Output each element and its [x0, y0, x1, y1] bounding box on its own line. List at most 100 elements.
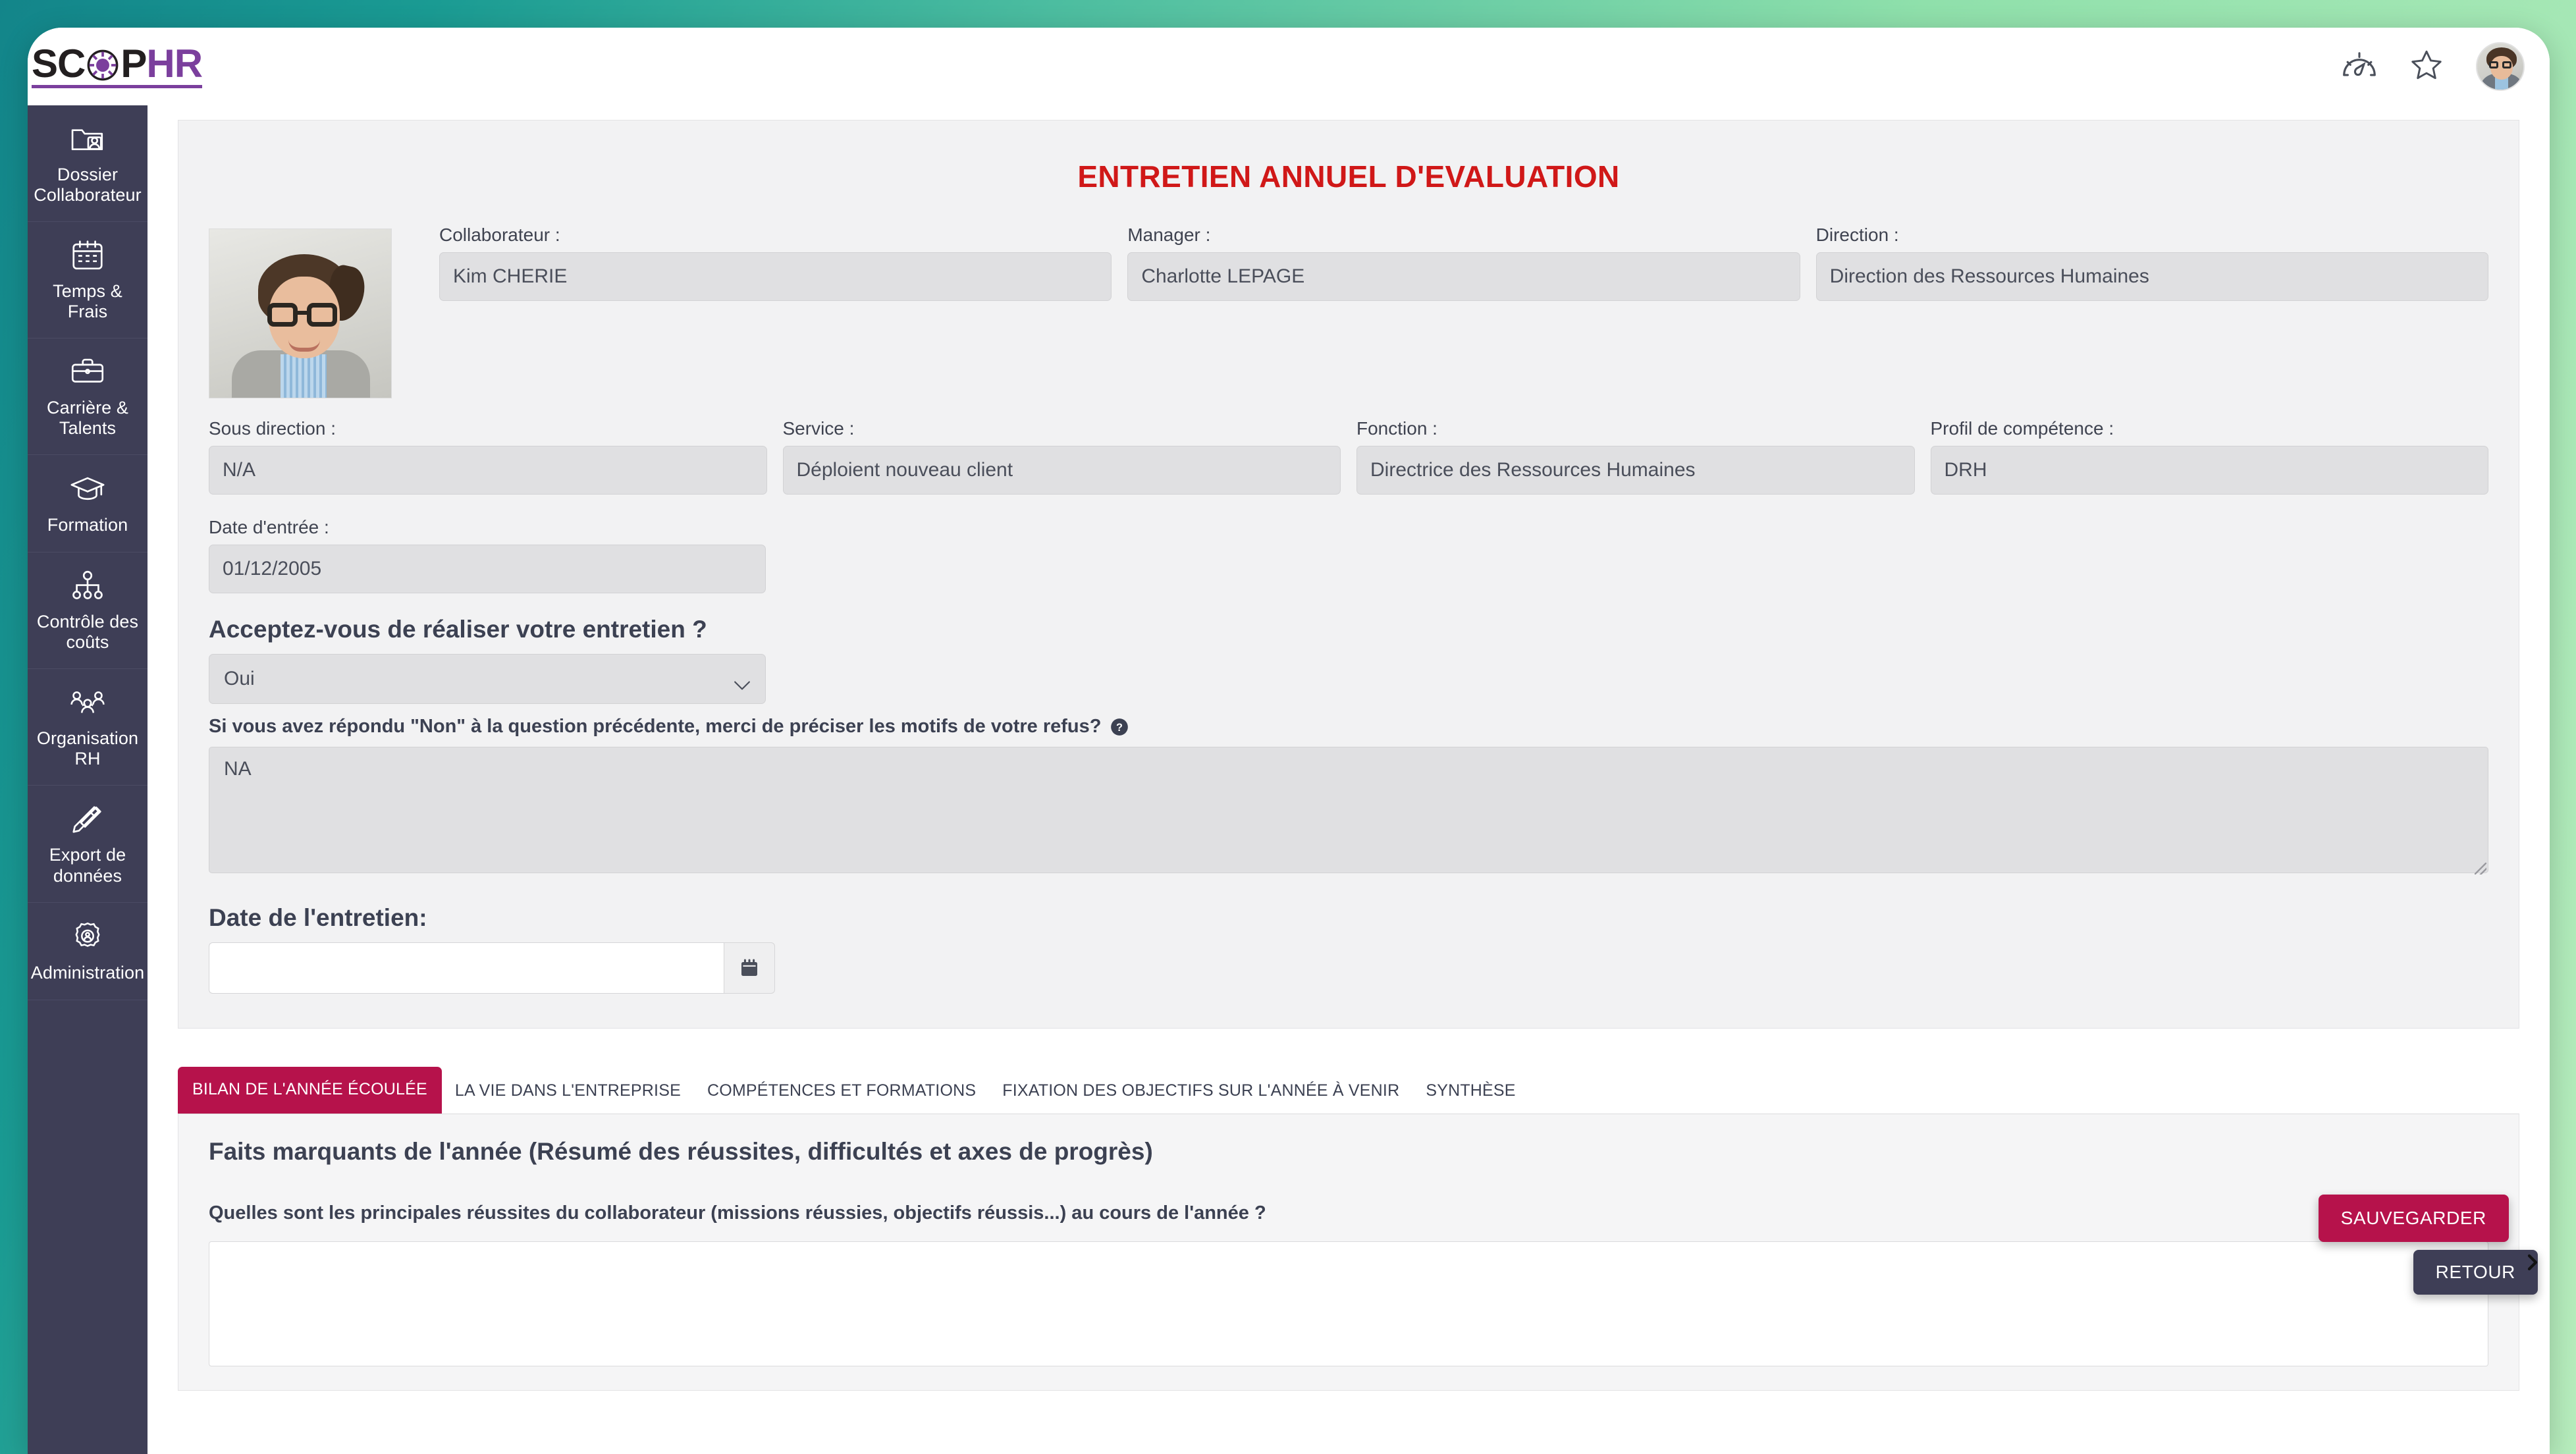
- help-circle-icon[interactable]: ?: [1110, 718, 1129, 736]
- accept-select-value: Oui: [224, 668, 255, 689]
- interview-date-input[interactable]: [209, 942, 724, 994]
- field-label: Fonction :: [1356, 418, 1437, 439]
- tab-panel-bilan: Faits marquants de l'année (Résumé des r…: [178, 1114, 2519, 1391]
- app-window: SC P HR Dossier Collaborateur Temps & Fr…: [28, 28, 2550, 1454]
- top-bar: SC P HR: [28, 28, 2550, 105]
- avatar-glasses-left: [2489, 61, 2498, 68]
- chevron-right-icon: [2523, 1252, 2542, 1276]
- field-row3-spacer-3: [1930, 517, 2488, 593]
- sidebar-item-formation[interactable]: Formation: [28, 455, 148, 553]
- panel-answer-textarea[interactable]: [209, 1241, 2488, 1366]
- tab-synthese[interactable]: SYNTHÈSE: [1412, 1069, 1528, 1114]
- tab-la-vie-dans-lentreprise[interactable]: LA VIE DANS L'ENTREPRISE: [442, 1069, 694, 1114]
- field-label: Service :: [782, 418, 855, 439]
- sidebar-item-label: Dossier Collaborateur: [34, 165, 142, 205]
- field-value-service[interactable]: Déploient nouveau client: [782, 446, 1341, 495]
- field-direction: Direction : Direction des Ressources Hum…: [1815, 225, 2488, 301]
- field-row3-spacer: [782, 517, 1340, 593]
- sidebar-item-export-de-donnees[interactable]: Export de données: [28, 786, 148, 903]
- sidebar-item-label: Contrôle des coûts: [36, 612, 139, 653]
- field-value-sous-direction[interactable]: N/A: [209, 446, 767, 495]
- employee-photo: [209, 229, 392, 398]
- interview-date-label: Date de l'entretien:: [209, 904, 427, 931]
- avatar-glasses-right: [2502, 61, 2511, 68]
- field-fonction: Fonction : Directrice des Ressources Hum…: [1356, 418, 1915, 495]
- brand-logo[interactable]: SC P HR: [28, 41, 203, 88]
- sidebar-item-organisation-rh[interactable]: Organisation RH: [28, 669, 148, 786]
- sidebar-item-label: Export de données: [49, 845, 126, 886]
- photo-and-fields-row: Collaborateur : Kim CHERIE Manager : Cha…: [209, 225, 2488, 398]
- field-label: Collaborateur :: [439, 225, 560, 245]
- field-date-entree: Date d'entrée : 01/12/2005: [209, 517, 766, 593]
- sidebar-item-temps-frais[interactable]: Temps & Frais: [28, 222, 148, 339]
- field-row-3: Date d'entrée : 01/12/2005: [209, 517, 2488, 593]
- page-title: ENTRETIEN ANNUEL D'EVALUATION: [1077, 159, 1620, 194]
- chevron-down-icon: [734, 674, 751, 690]
- tab-bilan-de-lannee-ecoulee[interactable]: BILAN DE L'ANNÉE ÉCOULÉE: [178, 1067, 442, 1114]
- accept-question-label: Acceptez-vous de réaliser votre entretie…: [209, 616, 707, 643]
- field-service: Service : Déploient nouveau client: [782, 418, 1341, 495]
- save-button[interactable]: SAUVEGARDER: [2318, 1195, 2509, 1242]
- sidebar-item-controle-des-couts[interactable]: Contrôle des coûts: [28, 552, 148, 670]
- svg-text:?: ?: [1116, 722, 1123, 734]
- photo-column: [209, 225, 423, 398]
- field-profil-de-competence: Profil de compétence : DRH: [1930, 418, 2488, 495]
- field-row-1: Collaborateur : Kim CHERIE Manager : Cha…: [439, 225, 2488, 301]
- photo-glasses-right: [307, 303, 337, 327]
- date-picker-button[interactable]: [724, 942, 775, 994]
- sidebar-item-label: Carrière & Talents: [46, 398, 129, 439]
- field-label: Manager :: [1127, 225, 1211, 245]
- hierarchy-icon: [67, 567, 108, 605]
- field-value-date-entree[interactable]: 01/12/2005: [209, 545, 766, 593]
- sidebar-item-carriere-talents[interactable]: Carrière & Talents: [28, 338, 148, 456]
- field-value-manager[interactable]: Charlotte LEPAGE: [1127, 252, 1800, 301]
- tab-competences-et-formations[interactable]: COMPÉTENCES ET FORMATIONS: [694, 1069, 989, 1114]
- sidebar-item-administration[interactable]: Administration: [28, 903, 148, 1000]
- field-value-profil-de-competence[interactable]: DRH: [1930, 446, 2488, 495]
- star-icon[interactable]: [2407, 46, 2448, 87]
- action-buttons: SAUVEGARDER RETOUR: [2318, 1195, 2538, 1295]
- calendar-icon: [738, 956, 761, 980]
- refusal-textarea[interactable]: [209, 747, 2488, 873]
- field-collaborateur: Collaborateur : Kim CHERIE: [439, 225, 1112, 301]
- refusal-question-label: Si vous avez répondu "Non" à la question…: [209, 716, 1102, 737]
- avatar[interactable]: [2476, 42, 2525, 91]
- main-content: ENTRETIEN ANNUEL D'EVALUATION Collaborat…: [148, 105, 2550, 1454]
- photo-glasses-bridge: [297, 311, 309, 315]
- export-pencil-icon: [67, 800, 108, 838]
- folder-user-icon: [67, 120, 108, 158]
- sidebar: Dossier Collaborateur Temps & Frais Carr…: [28, 105, 148, 1454]
- resize-grip[interactable]: [2475, 863, 2486, 875]
- field-label: Profil de compétence :: [1930, 418, 2114, 439]
- accept-select[interactable]: Oui: [209, 654, 766, 704]
- logo-text-sc: SC: [32, 41, 86, 86]
- photo-shirt: [281, 354, 327, 398]
- field-value-collaborateur[interactable]: Kim CHERIE: [439, 252, 1112, 301]
- field-value-direction[interactable]: Direction des Ressources Humaines: [1815, 252, 2488, 301]
- field-value-fonction[interactable]: Directrice des Ressources Humaines: [1356, 446, 1915, 495]
- field-label: Direction :: [1815, 225, 1899, 245]
- header-fields: Collaborateur : Kim CHERIE Manager : Cha…: [439, 225, 2488, 323]
- logo-text-hr: HR: [146, 41, 203, 86]
- panel-toggle-button[interactable]: [2518, 1249, 2547, 1278]
- field-label: Date d'entrée :: [209, 517, 329, 537]
- sidebar-item-label: Administration: [30, 962, 145, 983]
- field-row-2: Sous direction : N/A Service : Déploient…: [209, 418, 2488, 495]
- panel-question: Quelles sont les principales réussites d…: [209, 1202, 1266, 1224]
- interview-date-row: [209, 942, 2488, 994]
- sidebar-item-label: Formation: [47, 515, 128, 535]
- employee-header-card: ENTRETIEN ANNUEL D'EVALUATION Collaborat…: [178, 120, 2519, 1029]
- tab-fixation-des-objectifs[interactable]: FIXATION DES OBJECTIFS SUR L'ANNÉE À VEN…: [989, 1069, 1412, 1114]
- panel-title: Faits marquants de l'année (Résumé des r…: [209, 1138, 1153, 1165]
- sidebar-item-label: Organisation RH: [36, 728, 139, 769]
- field-sous-direction: Sous direction : N/A: [209, 418, 767, 495]
- people-group-icon: [67, 684, 108, 722]
- field-row3-spacer-2: [1356, 517, 1914, 593]
- calendar-icon: [67, 236, 108, 275]
- field-manager: Manager : Charlotte LEPAGE: [1127, 225, 1800, 301]
- tab-bar: BILAN DE L'ANNÉE ÉCOULÉE LA VIE DANS L'E…: [178, 1067, 2519, 1114]
- sidebar-item-dossier-collaborateur[interactable]: Dossier Collaborateur: [28, 105, 148, 223]
- sidebar-item-label: Temps & Frais: [53, 281, 122, 322]
- speedometer-icon[interactable]: [2339, 46, 2380, 87]
- field-label: Sous direction :: [209, 418, 336, 439]
